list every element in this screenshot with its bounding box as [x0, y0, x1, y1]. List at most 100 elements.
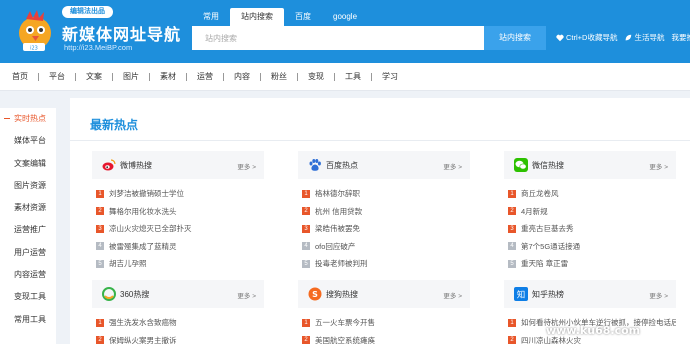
card-header: 360热搜 更多 >	[92, 280, 264, 308]
header: i23 编辑法出品 新媒体网址导航 http://i23.MeiBP.com 常…	[0, 0, 690, 63]
list-item[interactable]: 1 刘梦洁被撤销硕士学位	[92, 185, 264, 203]
list-item[interactable]: 2 4月新规	[504, 203, 676, 221]
list-item[interactable]: 5 胡吉儿孕照	[92, 255, 264, 273]
list-item[interactable]: 1 强生洗发水含致癌物	[92, 314, 264, 332]
list-item-text: 刘梦洁被撤销硕士学位	[109, 189, 184, 199]
life-nav-link-label: 生活导航	[634, 33, 665, 42]
card-title: 微信热搜	[532, 161, 564, 170]
list-item[interactable]: 5 重天陷 章正雷	[504, 255, 676, 273]
more-link[interactable]: 更多 >	[443, 290, 462, 300]
site-logo[interactable]: i23 编辑法出品 新媒体网址导航 http://i23.MeiBP.com	[12, 3, 180, 57]
sidebar-item-users[interactable]: 用户运营	[0, 242, 56, 264]
list-item[interactable]: 3 梁皓伟被罢免	[298, 220, 470, 238]
list-item[interactable]: 4 被雷殛集成了蓝精灵	[92, 238, 264, 256]
more-link[interactable]: 更多 >	[443, 161, 462, 171]
nav-divider	[334, 72, 335, 81]
header-links: Ctrl+D收藏导航 生活导航 我要推	[556, 32, 690, 43]
list-item-text: 重天陷 章正雷	[521, 259, 569, 269]
more-link[interactable]: 更多 >	[237, 290, 256, 300]
sidebar-item-images[interactable]: 图片资源	[0, 175, 56, 197]
list-item[interactable]: 2 保姆纵火案男主撤诉	[92, 332, 264, 344]
nav-divider	[149, 72, 150, 81]
nav-item-learn[interactable]: 学习	[382, 71, 408, 82]
search-tab-site[interactable]: 站内搜索	[230, 8, 284, 26]
list-item[interactable]: 5 投毒老师被判刑	[298, 255, 470, 273]
list-item[interactable]: 4 ofo回应破产	[298, 238, 470, 256]
list-item[interactable]: 3 凉山火灾熄灭已全部扑灭	[92, 220, 264, 238]
bookmark-link-label: Ctrl+D收藏导航	[566, 33, 618, 42]
list-item-text: 美国航空系统瘫痪	[315, 335, 375, 344]
more-link[interactable]: 更多 >	[237, 161, 256, 171]
nav-item-materials[interactable]: 素材	[160, 71, 186, 82]
watermark: www.ku68.com	[546, 324, 641, 337]
nav-item-fans[interactable]: 粉丝	[271, 71, 297, 82]
rank-badge: 1	[96, 189, 104, 198]
baidu-paw-icon	[309, 159, 321, 171]
list-item[interactable]: 1 格林德尔辞职	[298, 185, 470, 203]
list-item[interactable]: 4 第7个5G通话接通	[504, 238, 676, 256]
list-item[interactable]: 2 美国航空系统瘫痪	[298, 332, 470, 344]
nav-item-home[interactable]: 首页	[12, 71, 38, 82]
sogou-icon: S	[308, 287, 322, 301]
sidebar-item-tools[interactable]: 常用工具	[0, 309, 56, 331]
sidebar-item-monetize[interactable]: 变现工具	[0, 286, 56, 308]
list-item-text: 五一火车票今开售	[315, 318, 375, 328]
list-item-text: 舞格尔用化妆水洗头	[109, 206, 177, 216]
submit-link[interactable]: 我要推	[671, 32, 690, 43]
search-tab-google[interactable]: google	[322, 8, 368, 26]
search-button[interactable]: 站内搜索	[484, 26, 546, 50]
sidebar-item-copy[interactable]: 文案编辑	[0, 153, 56, 175]
search-tab-common[interactable]: 常用	[192, 8, 230, 26]
rank-badge: 5	[96, 259, 104, 268]
sidebar-item-promotion[interactable]: 运营推广	[0, 219, 56, 241]
list-item[interactable]: 2 舞格尔用化妆水洗头	[92, 203, 264, 221]
list-item-text: 保姆纵火案男主撤诉	[109, 335, 177, 344]
rank-badge: 2	[96, 207, 104, 216]
svg-text:S: S	[312, 290, 318, 299]
list-item-text: 第7个5G通话接通	[521, 241, 581, 251]
search-input[interactable]	[193, 27, 483, 49]
search-tab-baidu[interactable]: 百度	[284, 8, 322, 26]
nav-item-platform[interactable]: 平台	[49, 71, 75, 82]
card-title: 360热搜	[120, 290, 150, 299]
list-item[interactable]: 1 五一火车票今开售	[298, 314, 470, 332]
logo-title: 新媒体网址导航	[62, 25, 182, 44]
nav-divider	[112, 72, 113, 81]
more-link[interactable]: 更多 >	[649, 161, 668, 171]
rank-badge: 1	[302, 189, 310, 198]
sidebar-item-materials[interactable]: 素材资源	[0, 197, 56, 219]
list-item[interactable]: 1 商丘龙卷风	[504, 185, 676, 203]
list-item-text: ofo回应破产	[315, 241, 356, 251]
list-item[interactable]: 2 杭州 信用贷款	[298, 203, 470, 221]
rooster-mascot-icon: i23	[19, 10, 51, 52]
nav-item-tools[interactable]: 工具	[345, 71, 371, 82]
sidebar-item-media[interactable]: 媒体平台	[0, 130, 56, 152]
section-divider	[70, 140, 690, 141]
list-item-text: 梁皓伟被罢免	[315, 224, 360, 234]
nav-item-operations[interactable]: 运营	[197, 71, 223, 82]
nav-divider	[297, 72, 298, 81]
rank-badge: 2	[508, 207, 516, 216]
life-nav-link[interactable]: 生活导航	[624, 32, 664, 43]
sidebar-item-content[interactable]: 内容运营	[0, 264, 56, 286]
weibo-icon	[102, 159, 116, 171]
bookmark-link[interactable]: Ctrl+D收藏导航	[556, 32, 617, 43]
rank-badge: 1	[96, 318, 104, 327]
list-item[interactable]: 3 重亮古巨基去秀	[504, 220, 676, 238]
nav-item-monetize[interactable]: 变现	[308, 71, 334, 82]
more-link[interactable]: 更多 >	[649, 290, 668, 300]
card-title: 百度热点	[326, 161, 358, 170]
sidebar-item-hot[interactable]: 实时热点	[0, 108, 56, 130]
nav-divider	[75, 72, 76, 81]
rank-badge: 4	[508, 242, 516, 251]
rank-badge: 1	[302, 318, 310, 327]
nav-item-content[interactable]: 内容	[234, 71, 260, 82]
rank-badge: 2	[302, 336, 310, 344]
list-item-text: 投毒老师被判刑	[315, 259, 368, 269]
nav-item-copy[interactable]: 文案	[86, 71, 112, 82]
logo-badge: 编辑法出品	[62, 6, 113, 18]
nav-divider	[223, 72, 224, 81]
main-nav: 首页 平台 文案 图片 素材 运营 内容 粉丝 变现 工具 学习	[0, 63, 690, 91]
nav-item-images[interactable]: 图片	[123, 71, 149, 82]
hot-list: 1 强生洗发水含致癌物 2 保姆纵火案男主撤诉	[92, 308, 264, 344]
